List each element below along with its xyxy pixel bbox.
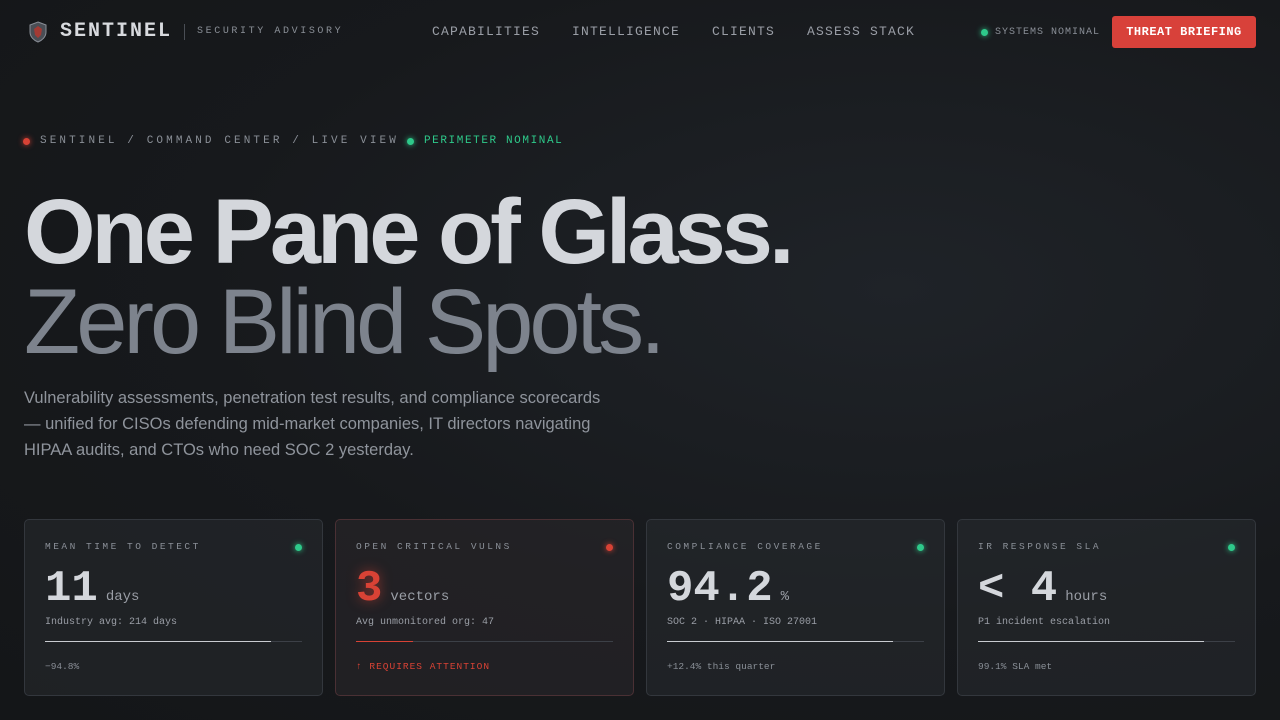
status-dot-icon: [1228, 544, 1235, 551]
system-status: SYSTEMS NOMINAL: [981, 27, 1100, 38]
metric-value: 94.2 %: [667, 564, 789, 614]
metric-unit: days: [105, 589, 140, 605]
metric-number: 3: [356, 564, 383, 614]
metric-subtext: P1 incident escalation: [978, 617, 1111, 628]
nav-link-clients[interactable]: CLIENTS: [712, 24, 775, 39]
perimeter-status: PERIMETER NOMINAL: [423, 135, 564, 147]
nav-link-capabilities[interactable]: CAPABILITIES: [432, 24, 540, 39]
status-dot-icon: [981, 29, 988, 36]
progress-bar: [667, 641, 924, 642]
metric-unit: vectors: [390, 589, 450, 605]
progress-fill: [667, 641, 894, 642]
nav-links: CAPABILITIES INTELLIGENCE CLIENTS ASSESS…: [432, 24, 947, 39]
brand[interactable]: SENTINEL SECURITY ADVISORY: [28, 20, 343, 43]
progress-fill: [45, 641, 272, 642]
hero-description: Vulnerability assessments, penetration t…: [24, 389, 601, 459]
metric-label: COMPLIANCE COVERAGE: [667, 541, 823, 552]
progress-fill: [978, 641, 1205, 642]
metric-footnote: 99.1% SLA met: [978, 661, 1053, 672]
status-dot-icon: [295, 544, 302, 551]
metric-label: IR RESPONSE SLA: [978, 541, 1102, 552]
alert-dot-icon: [606, 544, 613, 551]
system-status-text: SYSTEMS NOMINAL: [995, 27, 1101, 38]
metric-label: MEAN TIME TO DETECT: [45, 541, 201, 552]
hero-title-line1: One Pane of Glass.: [24, 181, 795, 283]
hero-title-line2: Zero Blind Spots.: [24, 271, 666, 373]
brand-tagline: SECURITY ADVISORY: [197, 26, 344, 37]
metric-unit: %: [780, 589, 790, 605]
metric-value: 3 vectors: [356, 564, 449, 614]
metric-number: 94.2: [667, 564, 773, 614]
metric-card-mttd: MEAN TIME TO DETECT 11 days Industry avg…: [24, 519, 323, 696]
perimeter-dot-icon: [406, 137, 414, 145]
nav-link-intelligence[interactable]: INTELLIGENCE: [572, 24, 680, 39]
progress-bar: [45, 641, 302, 642]
nav-link-assess-stack[interactable]: ASSESS STACK: [807, 24, 915, 39]
metric-number: 11: [45, 564, 98, 614]
metric-footnote: +12.4% this quarter: [667, 661, 776, 672]
metric-subtext: Industry avg: 214 days: [45, 617, 178, 628]
metric-value: < 4 hours: [978, 564, 1107, 614]
brand-name: SENTINEL: [60, 20, 173, 43]
metric-card-critical-vulns: OPEN CRITICAL VULNS 3 vectors Avg unmoni…: [335, 519, 634, 696]
metric-number: < 4: [978, 564, 1058, 614]
metric-card-compliance: COMPLIANCE COVERAGE 94.2 % SOC 2 · HIPAA…: [646, 519, 945, 696]
progress-bar: [978, 641, 1235, 642]
metric-card-ir-sla: IR RESPONSE SLA < 4 hours P1 incident es…: [957, 519, 1256, 696]
metric-unit: hours: [1065, 589, 1108, 605]
threat-briefing-button[interactable]: THREAT BRIEFING: [1112, 16, 1256, 48]
status-dot-icon: [917, 544, 924, 551]
progress-fill: [356, 641, 413, 642]
top-nav: SENTINEL SECURITY ADVISORY CAPABILITIES …: [0, 0, 1280, 64]
metric-subtext: Avg unmonitored org: 47: [356, 617, 495, 628]
progress-bar: [356, 641, 613, 642]
breadcrumb-path: SENTINEL / COMMAND CENTER / LIVE VIEW: [40, 135, 399, 147]
brand-divider: [184, 23, 186, 40]
breadcrumb: SENTINEL / COMMAND CENTER / LIVE VIEW PE…: [23, 135, 563, 147]
metric-value: 11 days: [45, 564, 139, 614]
metric-footnote: −94.8%: [45, 661, 80, 672]
metric-footnote: ↑ REQUIRES ATTENTION: [356, 661, 491, 672]
shield-logo-icon: [29, 20, 47, 43]
metric-label: OPEN CRITICAL VULNS: [356, 541, 512, 552]
live-dot-icon: [23, 137, 30, 145]
metric-subtext: SOC 2 · HIPAA · ISO 27001: [667, 617, 818, 628]
